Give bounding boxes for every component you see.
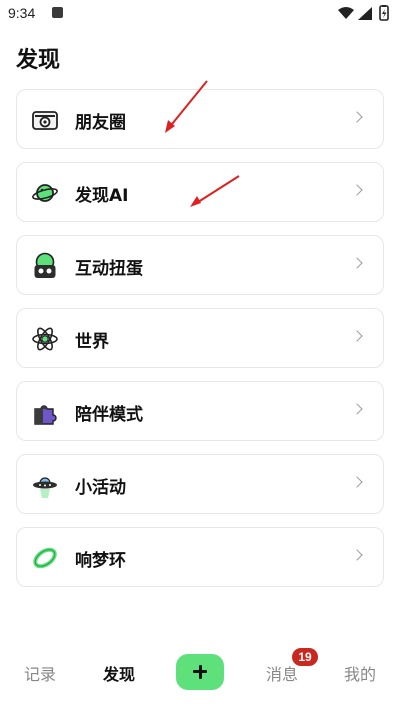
puzzle-icon	[31, 398, 59, 426]
status-bar: 9:34	[0, 0, 400, 28]
menu-item-discover-ai[interactable]: 发现AI	[16, 162, 384, 222]
chevron-right-icon	[351, 330, 363, 342]
wifi-icon	[338, 7, 354, 19]
bottom-tab-bar: 记录 发现 消息 19 我的	[0, 645, 400, 705]
chevron-right-icon	[351, 403, 363, 415]
chevron-right-icon	[351, 257, 363, 269]
menu-label: 陪伴模式	[75, 405, 143, 425]
menu-label: 小活动	[75, 478, 126, 498]
planet-icon	[31, 179, 59, 207]
menu-item-companion-mode[interactable]: 陪伴模式	[16, 381, 384, 441]
gashapon-icon	[31, 252, 59, 280]
chevron-right-icon	[351, 476, 363, 488]
camera-icon	[31, 106, 59, 134]
signal-icon	[358, 7, 372, 20]
menu-label: 发现AI	[75, 186, 129, 206]
add-button[interactable]	[176, 654, 224, 690]
tab-message[interactable]: 消息	[266, 661, 298, 685]
page-title: 发现	[16, 48, 61, 73]
tab-discover[interactable]: 发现	[103, 661, 135, 685]
notification-icon	[52, 7, 63, 18]
menu-label: 世界	[75, 332, 109, 352]
menu-label: 互动扭蛋	[75, 259, 143, 279]
tab-mine[interactable]: 我的	[344, 661, 376, 685]
menu-label: 朋友圈	[75, 113, 126, 133]
discover-menu-list: 朋友圈 发现AI 互动扭蛋 世界 陪伴模式 小活动 响梦环	[16, 89, 384, 600]
status-time: 9:34	[8, 5, 36, 21]
menu-item-activities[interactable]: 小活动	[16, 454, 384, 514]
tab-record[interactable]: 记录	[24, 661, 56, 685]
home-indicator	[0, 700, 400, 710]
menu-item-dream-ring[interactable]: 响梦环	[16, 527, 384, 587]
status-icons	[338, 5, 389, 21]
chevron-right-icon	[351, 111, 363, 123]
unread-badge: 19	[292, 648, 318, 666]
menu-item-world[interactable]: 世界	[16, 308, 384, 368]
ufo-icon	[31, 471, 59, 499]
chevron-right-icon	[351, 184, 363, 196]
atom-icon	[31, 325, 59, 353]
chevron-right-icon	[351, 549, 363, 561]
menu-item-gashapon[interactable]: 互动扭蛋	[16, 235, 384, 295]
menu-item-moments[interactable]: 朋友圈	[16, 89, 384, 149]
menu-label: 响梦环	[75, 551, 126, 571]
ring-icon	[31, 544, 59, 572]
